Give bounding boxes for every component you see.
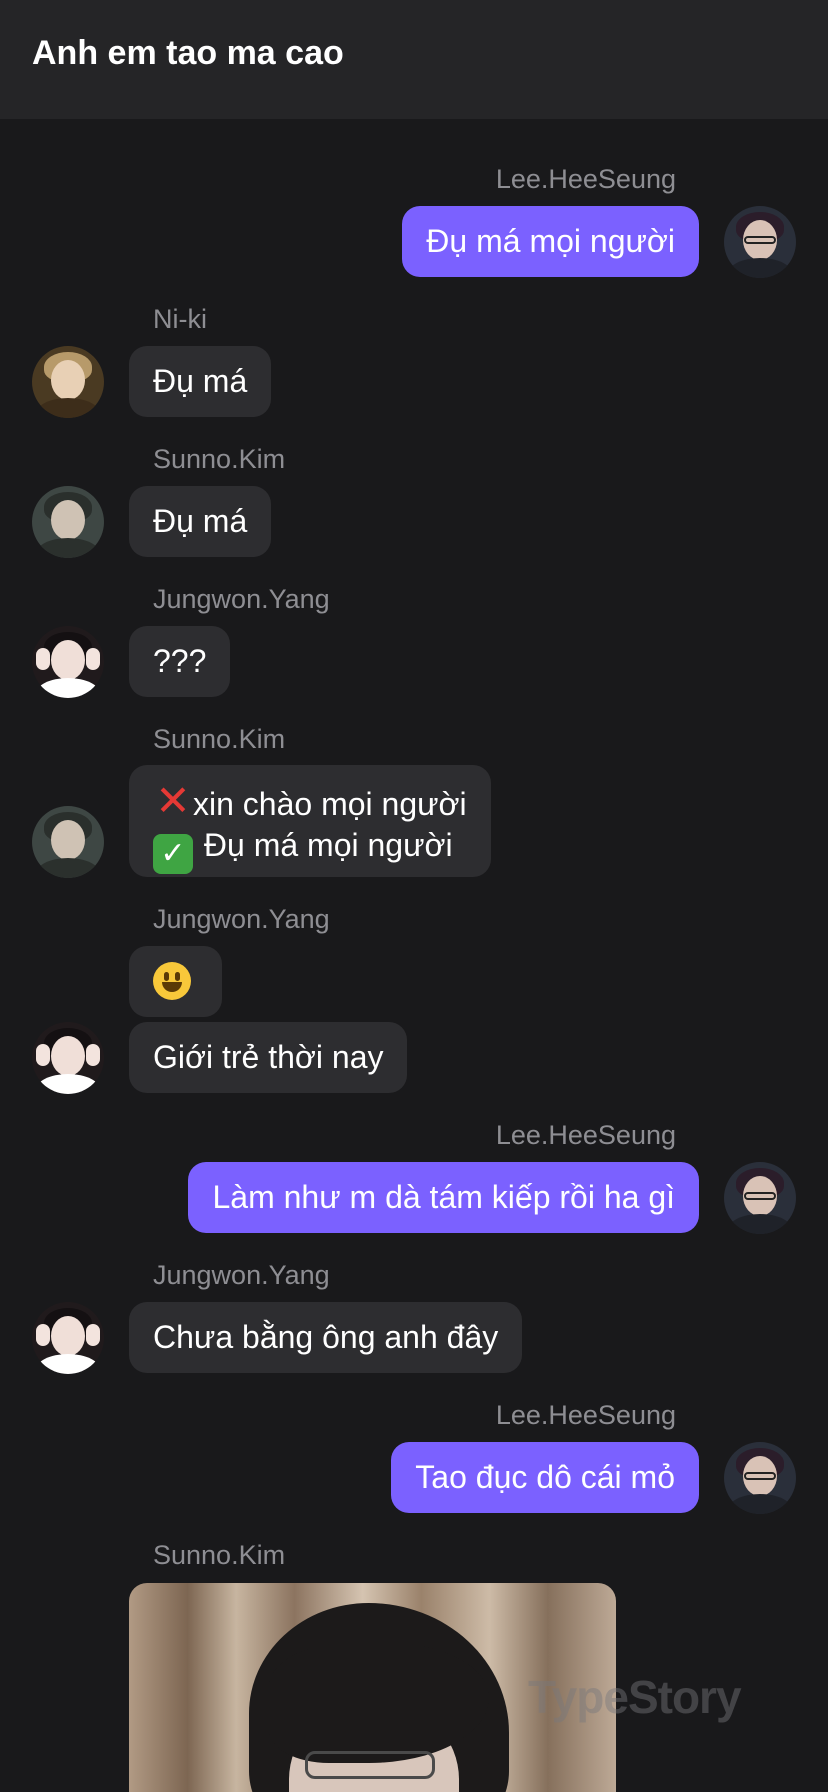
watermark: TypeStory <box>528 1671 742 1723</box>
message-bubble-incoming[interactable]: Đụ má <box>129 346 272 417</box>
message-line: ✕xin chào mọi người <box>153 777 466 825</box>
sender-name: Jungwon.Yang <box>153 904 330 934</box>
message-bubble-incoming[interactable] <box>129 946 222 1017</box>
cross-mark-icon: ✕ <box>155 777 191 824</box>
sender-name: Sunno.Kim <box>153 444 286 474</box>
sender-name: Ni-ki <box>153 304 207 334</box>
sender-name: Lee.HeeSeung <box>495 1400 676 1430</box>
message-bubble-outgoing[interactable]: Tao đục dô cái mỏ <box>391 1442 699 1513</box>
avatar[interactable] <box>32 346 104 418</box>
avatar[interactable] <box>32 806 104 878</box>
message-bubble-incoming[interactable]: Đụ má <box>129 486 272 557</box>
avatar[interactable] <box>32 1302 104 1374</box>
message-bubble-incoming[interactable]: Giới trẻ thời nay <box>129 1022 408 1093</box>
sender-name: Jungwon.Yang <box>153 584 330 614</box>
message-line: ✓ Đụ má mọi người <box>153 825 467 874</box>
chat-header: Anh em tao ma cao <box>0 0 828 119</box>
message-bubble-incoming[interactable]: ✕xin chào mọi người ✓ Đụ má mọi người <box>129 765 491 877</box>
sender-name: Jungwon.Yang <box>153 1260 330 1290</box>
avatar[interactable] <box>724 1162 796 1234</box>
avatar[interactable] <box>32 1022 104 1094</box>
message-bubble-outgoing[interactable]: Đụ má mọi người <box>402 206 699 277</box>
avatar[interactable] <box>32 626 104 698</box>
avatar[interactable] <box>724 206 796 278</box>
sender-name: Lee.HeeSeung <box>495 164 676 194</box>
message-bubble-outgoing[interactable]: Làm như m dà tám kiếp rồi ha gì <box>188 1162 699 1233</box>
avatar[interactable] <box>724 1442 796 1514</box>
sender-name: Sunno.Kim <box>153 1540 286 1570</box>
check-mark-icon: ✓ <box>153 834 193 874</box>
message-bubble-incoming[interactable]: Chưa bằng ông anh đây <box>129 1302 523 1373</box>
chat-title: Anh em tao ma cao <box>32 34 344 72</box>
smiley-icon <box>153 962 191 1000</box>
sender-name: Lee.HeeSeung <box>495 1120 676 1150</box>
sender-name: Sunno.Kim <box>153 724 286 754</box>
message-bubble-incoming[interactable]: ??? <box>129 626 231 697</box>
avatar[interactable] <box>32 486 104 558</box>
